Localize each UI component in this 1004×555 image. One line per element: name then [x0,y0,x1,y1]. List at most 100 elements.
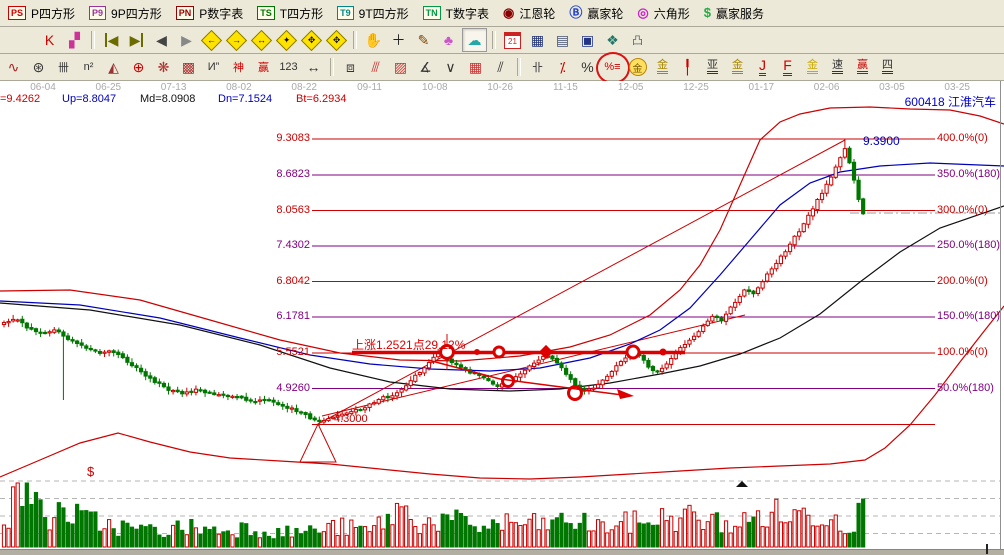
calendar-icon[interactable]: 21 [501,29,524,51]
ying-lines-icon[interactable]: 赢 [851,56,874,78]
gann-wheel-tool-icon[interactable]: ⊛ [27,56,50,78]
volume-bar [688,505,691,547]
first-bar-icon[interactable]: ◀ [100,29,123,51]
candle-body [249,400,252,401]
volume-bar [240,523,243,547]
pivot-dot-marker[interactable] [474,349,480,355]
chart-canvas[interactable]: 06-0406-2507-1308-0208-2209-1110-0810-26… [0,81,1004,549]
candle-body [697,332,700,337]
t9-square-button[interactable]: T99T四方形 [337,5,409,22]
price-comb-icon[interactable]: 卌 [52,56,75,78]
volume-bar [327,523,330,547]
date-axis-label: 10-26 [487,82,513,93]
n-wave-icon[interactable]: И” [202,56,225,78]
save-web-icon[interactable]: ❖ [601,29,624,51]
candle-body [158,382,161,383]
ruler-123-icon[interactable]: 123 [277,56,300,78]
save-icon[interactable]: ▣ [576,29,599,51]
h-measure-icon[interactable]: ↔ [302,56,325,78]
pn-table-button-label: P数字表 [199,5,243,22]
prev-bar-icon[interactable]: ◀ [150,29,173,51]
calculator-icon[interactable]: ▦ [526,29,549,51]
pn-table-button[interactable]: PNP数字表 [176,5,244,22]
parallel-lines-icon[interactable]: ⫽ [489,56,512,78]
f-angle-icon[interactable]: F [776,56,799,78]
diamond-right-icon[interactable]: → [225,29,248,51]
tn-table-button[interactable]: TNT数字表 [423,5,489,22]
box-tool-icon[interactable]: ⧈ [339,56,362,78]
print-icon[interactable]: 凸 [626,29,649,51]
diamond-left-icon[interactable]: ← [200,29,223,51]
j-angle-icon[interactable]: J [751,56,774,78]
rise-annotation-label[interactable]: 上涨1.2521点29.12% [352,336,465,353]
date-axis-label: 08-02 [226,82,252,93]
shen-tool-icon[interactable]: 神 [227,56,250,78]
candle-body [12,319,15,320]
stock-filter-icon[interactable]: K [38,29,61,51]
ts-square-button[interactable]: TST四方形 [257,5,323,22]
set-square-icon[interactable]: ◭ [102,56,125,78]
v-wave-icon[interactable]: ∨ [439,56,462,78]
wave-a-icon[interactable]: 亚 [701,56,724,78]
brain-tool-icon[interactable]: ☁ [462,28,487,52]
toolbar-separator [91,31,95,49]
target-circle-icon[interactable]: ⊕ [127,56,150,78]
candle-body [711,316,714,321]
diamond-compress-icon[interactable]: ✦ [275,29,298,51]
ying-tool-icon[interactable]: 赢 [252,56,275,78]
web-square-icon[interactable]: ▩ [177,56,200,78]
volume-bar [281,537,284,547]
volume-bar [350,520,353,547]
color-chart-icon[interactable]: ▞ [63,29,86,51]
crosshair-icon[interactable]: ＋ [387,29,410,51]
date-axis-label: 12-25 [683,82,709,93]
wave-cut-icon[interactable]: ∿ [2,56,25,78]
fractal-tree-icon[interactable]: ♣ [437,29,460,51]
diamond-h-expand-icon[interactable]: ↔ [250,29,273,51]
fan-square-icon[interactable]: ▨ [389,56,412,78]
percent-lines-icon[interactable]: %≡ [601,56,624,78]
tn-table-button-label: T数字表 [446,5,489,22]
volume-bar [121,521,124,547]
last-bar-icon[interactable]: ▶ [125,29,148,51]
volume-bar [203,527,206,547]
grid-tool-icon[interactable]: ▦ [464,56,487,78]
column-meter-icon[interactable]: 卝 [526,56,549,78]
hexagon-button[interactable]: ◎六角形 [637,5,689,22]
ps-square-button[interactable]: PSP四方形 [8,5,75,22]
gold-angle-icon[interactable]: 金 [801,56,824,78]
diamond-full-view-icon[interactable]: ✥ [325,29,348,51]
ray-fan-icon[interactable]: ⫻ [364,56,387,78]
hand-pan-icon[interactable]: ✋ [362,29,385,51]
winner-service-button[interactable]: $赢家服务 [704,5,764,22]
notepad-icon[interactable]: ▤ [551,29,574,51]
volume-bar [478,532,481,547]
candle-brush-icon[interactable]: ╿ [676,56,699,78]
angle-line-icon[interactable]: ∡ [414,56,437,78]
trendline-pen-icon[interactable]: ✎ [412,29,435,51]
pivot-circle-marker[interactable] [627,346,639,358]
candle-body [459,365,462,367]
diamond-expand-icon[interactable]: ✥ [300,29,323,51]
diamond-right-icon: → [226,29,247,50]
n-square-icon[interactable]: n² [77,56,100,78]
spider-web-icon[interactable]: ❋ [152,56,175,78]
su-lines-icon[interactable]: 速 [826,56,849,78]
horizontal-scrollbar[interactable] [0,549,1004,555]
next-bar-icon[interactable]: ▶ [175,29,198,51]
pivot-dot-marker[interactable] [660,349,667,356]
pivot-circle-marker[interactable] [494,347,504,357]
si-lines-icon[interactable]: 四 [876,56,899,78]
percent-slash-icon[interactable]: ⁒ [551,56,574,78]
volume-bar [834,515,837,547]
gann-wheel-button[interactable]: ◉江恩轮 [503,5,555,22]
gold-lines-icon[interactable]: 金 [651,56,674,78]
p9-square-button[interactable]: P99P四方形 [89,5,162,22]
band-bt [0,306,1004,479]
gold-lines2-icon[interactable]: 金 [726,56,749,78]
volume-bar [523,525,526,547]
candle-body [318,420,321,421]
gold-coin-icon[interactable]: 金 [626,56,649,78]
winner-wheel-button[interactable]: Ⓑ赢家轮 [569,5,623,22]
volume-bar [48,530,51,547]
